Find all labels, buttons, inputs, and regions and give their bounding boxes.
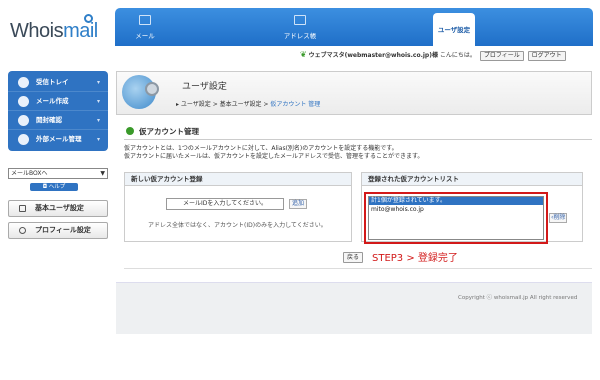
chevron-down-icon: ▾ [96, 117, 100, 124]
page-title: ユーザ設定 [182, 82, 227, 92]
description-line-1: 仮アカウントとは、1つのメールアカウントに対して、Alias(別名)のアカウント… [124, 145, 398, 152]
content-divider [124, 268, 592, 269]
chevron-down-icon: ▾ [96, 79, 100, 86]
section-description: 仮アカウントとは、1つのメールアカウントに対して、Alias(別名)のアカウント… [124, 145, 594, 161]
user-name: ウェブマスタ(webmaster@whois.co.jp)様 [308, 52, 438, 59]
sidebar-item-inbox[interactable]: 受信トレイ ▾ [8, 73, 108, 92]
inbox-icon [18, 77, 29, 88]
nav-tab-user-settings[interactable]: ユーザ設定 [433, 13, 475, 46]
chevron-down-icon: ▾ [96, 98, 100, 105]
logo-text-mail: mail [63, 20, 98, 42]
nav-tab-mail-label: メール [135, 32, 155, 40]
new-alias-panel-title: 新しい仮アカウント登録 [125, 173, 351, 186]
address-book-icon [294, 15, 306, 25]
basic-user-settings-label: 基本ユーザ設定 [35, 204, 84, 212]
nav-tab-mail[interactable]: メール [115, 8, 175, 46]
sidebar-menu: 受信トレイ ▾ メール作成 ▾ 開封確認 ▾ 外部メール管理 ▾ [8, 71, 108, 151]
list-item[interactable]: mito@whois.co.jp [371, 206, 424, 214]
top-navigation: メール アドレス帳 ユーザ設定 [115, 8, 593, 46]
sidebar-item-read-receipt[interactable]: 開封確認 ▾ [8, 111, 108, 130]
mailbox-select[interactable]: メールBOXへ ▼ [8, 168, 108, 179]
sidebar-item-label: 受信トレイ [36, 78, 69, 86]
chevron-down-icon: ▾ [96, 136, 100, 143]
sidebar-item-label: 外部メール管理 [36, 135, 82, 143]
logo-mark-icon [84, 14, 93, 23]
add-button[interactable]: 追加 [289, 199, 308, 209]
leaf-icon: ❦ [300, 50, 307, 59]
breadcrumb-current: 仮アカウント 管理 [270, 101, 321, 108]
section-bullet-icon [126, 127, 134, 135]
settings-cog-icon [145, 82, 159, 96]
logout-button[interactable]: ログアウト [527, 51, 566, 61]
welcome-bar: ❦ ウェブマスタ(webmaster@whois.co.jp)様 こんにちは。 … [300, 50, 566, 61]
sidebar-item-label: メール作成 [36, 97, 69, 105]
profile-icon [19, 227, 26, 234]
step-annotation: STEP3 > 登録完了 [372, 253, 458, 264]
back-button[interactable]: 戻る [343, 252, 364, 263]
whoismail-logo: Whoismail [10, 20, 98, 43]
sidebar-item-compose[interactable]: メール作成 ▾ [8, 92, 108, 111]
list-item[interactable]: 計1個が登録されています。 [369, 197, 543, 205]
mail-icon [139, 15, 151, 25]
alias-list-panel-title: 登録された仮アカウントリスト [362, 173, 582, 186]
profile-button[interactable]: プロフィール [479, 51, 524, 61]
sidebar-item-label: 開封確認 [36, 116, 62, 124]
section-divider [124, 139, 592, 140]
delete-button-label: 削除 [553, 214, 566, 221]
dropdown-arrow-icon: ▼ [100, 170, 105, 177]
greeting-text: こんにちは。 [439, 52, 476, 59]
profile-settings-button[interactable]: プロフィール設定 [8, 222, 108, 239]
breadcrumb-path: ユーザ設定 > 基本ユーザ設定 > [180, 101, 271, 108]
nav-tab-address-book[interactable]: アドレス帳 [265, 8, 335, 46]
basic-user-settings-button[interactable]: 基本ユーザ設定 [8, 200, 108, 217]
mailbox-select-value: メールBOXへ [11, 170, 48, 177]
settings-icon [19, 205, 26, 212]
nav-tab-user-settings-label: ユーザ設定 [437, 26, 471, 34]
sidebar-item-external-mail[interactable]: 外部メール管理 ▾ [8, 130, 108, 149]
copyright-text: Copyright ⓒ whoismail.jp All right reser… [458, 295, 578, 301]
section-title: 仮アカウント管理 [139, 127, 199, 136]
delete-button[interactable]: ‹削除 [549, 213, 568, 223]
nav-tab-address-book-label: アドレス帳 [283, 32, 317, 40]
compose-icon [18, 96, 29, 107]
profile-settings-label: プロフィール設定 [35, 226, 91, 234]
input-note: アドレス全体ではなく、アカウント(ID)のみを入力してください。 [148, 222, 327, 229]
help-button[interactable]: ◘ ヘルプ [30, 183, 78, 191]
footer [116, 282, 592, 334]
external-mail-icon [18, 134, 29, 145]
alias-id-input[interactable]: メールIDを入力してください。 [166, 198, 284, 210]
breadcrumb: ▸ ユーザ設定 > 基本ユーザ設定 > 仮アカウント 管理 [176, 99, 320, 108]
description-line-2: 仮アカウントに届いたメールは、仮アカウントを設定したメールアドレスで受信、管理を… [124, 153, 424, 160]
logo-text-who: Whois [10, 20, 64, 42]
page-header [116, 71, 592, 115]
help-label: ヘルプ [48, 184, 66, 190]
read-receipt-icon [18, 115, 29, 126]
